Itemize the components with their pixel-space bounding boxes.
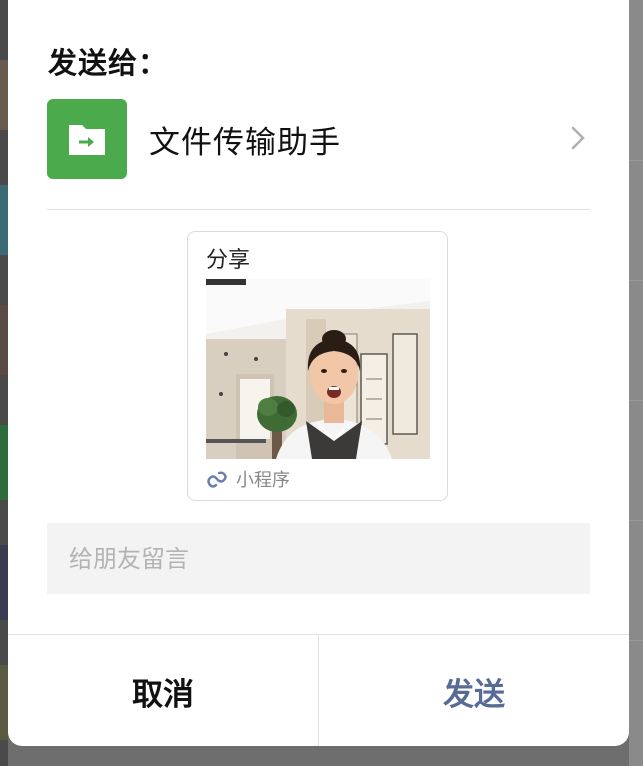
- share-card: 分享 小程序: [187, 231, 448, 501]
- background-thumbnail: [0, 665, 8, 740]
- recipient-name: 文件传输助手: [149, 125, 341, 161]
- file-transfer-icon: [47, 99, 127, 179]
- share-dialog: 发送给： 文件传输助手 分享 小程序 给朋友留言 取消 发送: [8, 0, 629, 746]
- mini-program-label: 小程序: [236, 470, 290, 491]
- send-button[interactable]: 发送: [319, 635, 629, 746]
- dialog-title: 发送给：: [48, 46, 169, 80]
- background-thumbnail: [0, 60, 8, 130]
- background-thumbnail: [0, 185, 8, 255]
- background-list-edge-right: [629, 0, 643, 766]
- background-thumbnail: [0, 305, 8, 375]
- message-input[interactable]: [47, 523, 590, 594]
- background-list-edge: [0, 0, 8, 766]
- share-card-image: [206, 279, 430, 459]
- divider: [47, 209, 590, 210]
- background-thumbnail: [0, 425, 8, 500]
- chevron-right-icon: [571, 126, 585, 150]
- share-card-title: 分享: [206, 248, 251, 273]
- mini-program-icon: [207, 471, 227, 488]
- dialog-actions: 取消 发送: [8, 634, 629, 746]
- recipient-row[interactable]: 文件传输助手: [8, 96, 629, 182]
- cancel-button[interactable]: 取消: [8, 635, 318, 746]
- background-thumbnail: [0, 545, 8, 620]
